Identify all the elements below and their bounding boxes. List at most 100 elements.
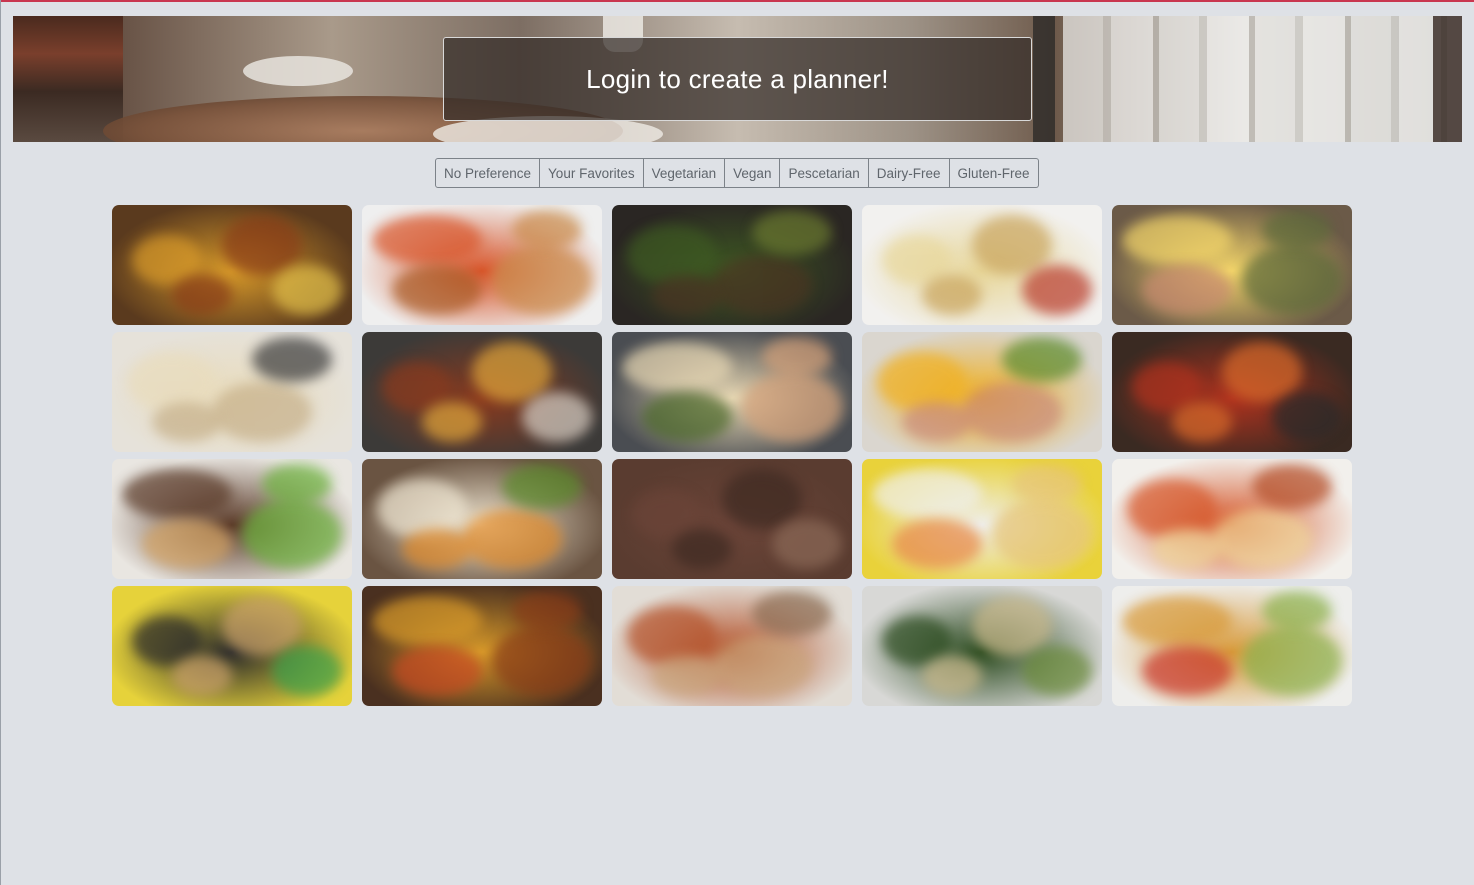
recipe-image-detail [1262, 210, 1332, 250]
diet-filter-group: No Preference Your Favorites Vegetarian … [435, 158, 1039, 188]
recipe-image-detail [422, 402, 482, 442]
recipe-image-detail [272, 265, 342, 315]
recipe-image-detail [262, 464, 332, 504]
recipe-image-detail [872, 469, 982, 519]
recipe-grid [112, 205, 1352, 706]
recipe-image-detail [522, 392, 592, 442]
recipe-card-tomato-soup-grilled-cheese[interactable] [362, 205, 602, 325]
left-edge-line [0, 0, 1, 885]
recipe-image-detail [1222, 342, 1302, 402]
recipe-image-detail [392, 265, 482, 315]
recipe-image-detail [1142, 265, 1232, 315]
recipe-card-chicken-parmesan[interactable] [1112, 459, 1352, 579]
recipe-card-roast-chicken-vegetables-2[interactable] [362, 586, 602, 706]
recipe-image-detail [722, 469, 802, 529]
recipe-card-caesar-salad[interactable] [862, 586, 1102, 706]
recipe-card-chicken-alfredo[interactable] [112, 332, 352, 452]
top-accent-line [0, 0, 1474, 2]
recipe-image-detail [222, 215, 302, 275]
recipe-card-shrimp-fettuccine[interactable] [612, 332, 852, 452]
recipe-card-chili-bowl[interactable] [362, 332, 602, 452]
recipe-image-detail [512, 210, 582, 250]
recipe-image-detail [772, 519, 842, 569]
recipe-image-detail [402, 529, 472, 569]
recipe-image-detail [1022, 265, 1092, 315]
recipe-image-detail [992, 499, 1092, 569]
recipe-image-detail [142, 519, 232, 569]
hero-window [1063, 16, 1462, 142]
recipe-image-detail [922, 275, 982, 315]
recipe-image-detail [652, 275, 722, 315]
recipe-image-detail [172, 275, 232, 315]
recipe-card-vegetable-fried-rice[interactable] [112, 586, 352, 706]
recipe-image-detail [972, 596, 1052, 656]
recipe-image-detail [1212, 509, 1312, 569]
recipe-image-detail [1022, 646, 1092, 696]
filter-vegan-button[interactable]: Vegan [725, 158, 781, 188]
recipe-image-detail [472, 342, 552, 402]
recipe-image-detail [922, 656, 982, 696]
recipe-image-detail [642, 392, 732, 442]
login-prompt-box[interactable]: Login to create a planner! [443, 37, 1032, 121]
recipe-image-detail [1272, 392, 1342, 442]
filter-vegetarian-button[interactable]: Vegetarian [643, 158, 726, 188]
recipe-card-roast-chicken-vegetables[interactable] [112, 205, 352, 325]
recipe-image-detail [172, 656, 232, 696]
recipe-image-detail [742, 372, 842, 442]
recipe-image-detail [752, 591, 832, 636]
recipe-image-detail [122, 469, 232, 519]
recipe-image-detail [712, 255, 812, 315]
recipe-image-detail [502, 464, 582, 509]
hero-chair [13, 16, 123, 142]
recipe-image-detail [1252, 464, 1332, 509]
recipe-image-detail [1242, 626, 1342, 696]
recipe-image-detail [492, 626, 592, 696]
recipe-card-chicken-cacciatore[interactable] [1112, 332, 1352, 452]
filter-your-favorites-button[interactable]: Your Favorites [540, 158, 644, 188]
recipe-image-detail [622, 342, 732, 392]
filter-pescetarian-button[interactable]: Pescetarian [780, 158, 869, 188]
recipe-card-vegetable-quesadilla[interactable] [362, 459, 602, 579]
recipe-image-detail [272, 646, 342, 696]
recipe-card-lemon-herb-salmon[interactable] [1112, 205, 1352, 325]
login-prompt-text[interactable]: Login to create a planner! [586, 64, 889, 95]
recipe-image-detail [512, 591, 582, 631]
recipe-image-detail [462, 509, 562, 569]
recipe-image-detail [652, 656, 722, 696]
recipe-image-detail [1002, 337, 1082, 382]
recipe-image-detail [392, 646, 482, 696]
recipe-image-detail [372, 596, 482, 646]
recipe-image-detail [1122, 596, 1232, 646]
filter-dairy-free-button[interactable]: Dairy-Free [868, 158, 950, 188]
recipe-image-detail [252, 337, 332, 382]
hero-plate [243, 56, 353, 86]
recipe-image-detail [962, 382, 1062, 442]
recipe-card-ham-cheese-omelette[interactable] [862, 332, 1102, 452]
filter-gluten-free-button[interactable]: Gluten-Free [949, 158, 1039, 188]
recipe-card-veggie-burger[interactable] [112, 459, 352, 579]
recipe-image-detail [902, 402, 972, 442]
recipe-card-salisbury-steak[interactable] [612, 459, 852, 579]
recipe-image-detail [752, 210, 832, 255]
recipe-image-detail [372, 215, 482, 265]
hero-post [1433, 16, 1462, 142]
recipe-image-detail [1172, 402, 1232, 442]
recipe-card-beef-stroganoff[interactable] [612, 586, 852, 706]
recipe-image-detail [212, 382, 312, 442]
recipe-image-detail [1142, 646, 1232, 696]
recipe-card-spaghetti-carbonara[interactable] [862, 205, 1102, 325]
hero-post [1033, 16, 1055, 142]
recipe-image-detail [1152, 529, 1222, 569]
recipe-card-shrimp-scampi-pasta[interactable] [862, 459, 1102, 579]
recipe-image-detail [712, 636, 812, 696]
recipe-image-detail [972, 215, 1052, 275]
filter-no-preference-button[interactable]: No Preference [435, 158, 541, 188]
recipe-image-detail [222, 596, 302, 656]
recipe-card-fish-tacos[interactable] [1112, 586, 1352, 706]
recipe-image-detail [1262, 591, 1332, 631]
recipe-image-detail [1122, 215, 1232, 265]
recipe-card-beef-broccoli[interactable] [612, 205, 852, 325]
recipe-image-detail [492, 245, 592, 315]
recipe-image-detail [892, 519, 982, 569]
recipe-image-detail [152, 402, 222, 442]
